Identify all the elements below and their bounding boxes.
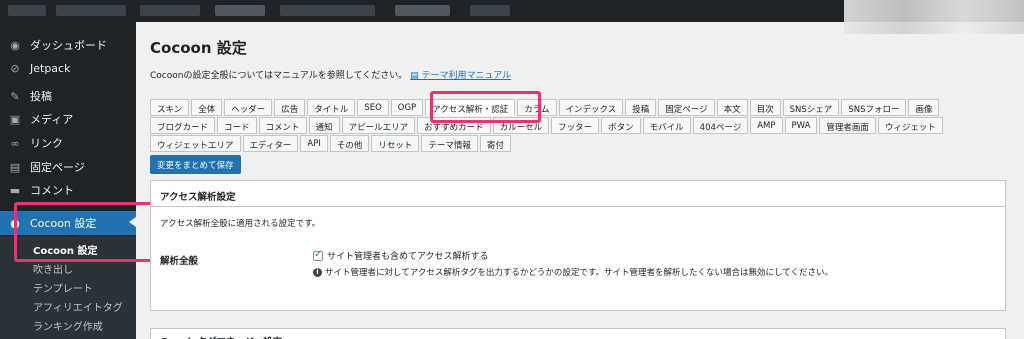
tab-toc[interactable]: 目次 — [749, 99, 781, 116]
tab-sns-follow[interactable]: SNSフォロー — [841, 99, 907, 116]
notice-text: Cocoonの設定全般についてはマニュアルを参照してください。 — [150, 71, 408, 81]
tab-row-1: スキン 全体 ヘッダー 広告 タイトル SEO OGP アクセス解析・認証 カラ… — [150, 99, 940, 116]
tab-body[interactable]: 本文 — [716, 99, 748, 116]
tab-404[interactable]: 404ページ — [692, 117, 749, 134]
save-all-button[interactable]: 変更をまとめて保存 — [150, 155, 241, 174]
setting-label: 解析全般 — [160, 256, 199, 267]
tab-seo[interactable]: SEO — [357, 99, 389, 116]
info-icon: i — [313, 267, 322, 277]
media-icon: ▣ — [9, 112, 21, 126]
sidebar-item-links[interactable]: ∞ リンク — [0, 132, 136, 154]
highlight-box — [14, 202, 153, 262]
tab-widget-area[interactable]: ウィジェットエリア — [150, 135, 241, 152]
tab-code[interactable]: コード — [217, 117, 257, 134]
panel-description: アクセス解析全般に適用される設定です。 — [160, 219, 321, 229]
manual-link[interactable]: ▤ テーマ利用マニュアル — [410, 71, 511, 81]
sidebar-item-label: リンク — [30, 137, 63, 150]
tab-donation[interactable]: 寄付 — [479, 135, 511, 152]
submenu-item-template[interactable]: テンプレート — [0, 280, 136, 295]
tab-notice[interactable]: 通知 — [308, 117, 340, 134]
tab-admin-screen[interactable]: 管理者画面 — [819, 117, 876, 134]
tab-blogcard[interactable]: ブログカード — [150, 117, 216, 134]
submenu-item-ranking[interactable]: ランキング作成 — [0, 318, 136, 333]
panel-title: アクセス解析設定 — [151, 181, 1005, 207]
tab-comment[interactable]: コメント — [258, 117, 307, 134]
sidebar-item-pages[interactable]: ▤ 固定ページ — [0, 156, 136, 178]
tab-header[interactable]: ヘッダー — [224, 99, 273, 116]
tab-api[interactable]: API — [300, 135, 328, 152]
tab-skin[interactable]: スキン — [150, 99, 190, 116]
sidebar-item-comments[interactable]: ▬ コメント — [0, 179, 136, 201]
include-admin-checkbox-row[interactable]: サイト管理者も含めてアクセス解析する — [313, 249, 489, 262]
checkbox-label: サイト管理者も含めてアクセス解析する — [327, 252, 489, 262]
panel-title: Googleタグマネージャ設定 — [151, 329, 1005, 339]
blurred-text — [8, 5, 46, 16]
sidebar-item-label: 投稿 — [30, 90, 52, 103]
tab-footer[interactable]: フッター — [551, 117, 600, 134]
tab-general[interactable]: 全体 — [191, 99, 223, 116]
link-icon: ∞ — [10, 136, 20, 150]
access-analysis-panel: アクセス解析設定 アクセス解析全般に適用される設定です。 解析全般 サイト管理者… — [150, 180, 1006, 311]
help-text-label: サイト管理者に対してアクセス解析タグを出力するかどうかの設定です。サイト管理者を… — [325, 268, 833, 278]
tab-page[interactable]: 固定ページ — [658, 99, 715, 116]
sidebar-item-jetpack[interactable]: ⊘ Jetpack — [0, 57, 136, 79]
blurred-region — [844, 0, 1024, 34]
submenu-item-affiliate-tag[interactable]: アフィリエイトタグ — [0, 299, 136, 314]
submenu-item-balloon[interactable]: 吹き出し — [0, 261, 136, 276]
blurred-text — [280, 5, 375, 16]
tab-ogp[interactable]: OGP — [390, 99, 424, 116]
tab-image[interactable]: 画像 — [908, 99, 940, 116]
sidebar-item-label: ダッシュボード — [30, 39, 107, 52]
jetpack-icon: ⊘ — [10, 61, 20, 75]
tab-post[interactable]: 投稿 — [625, 99, 657, 116]
tab-widget[interactable]: ウィジェット — [877, 117, 943, 134]
tab-appeal-area[interactable]: アピールエリア — [341, 117, 416, 134]
blurred-text — [215, 5, 265, 16]
dashboard-icon: ◉ — [10, 38, 20, 52]
sidebar-item-dashboard[interactable]: ◉ ダッシュボード — [0, 34, 136, 56]
manual-link-label: テーマ利用マニュアル — [421, 71, 512, 81]
page-icon: ▤ — [9, 160, 21, 174]
sidebar-item-media[interactable]: ▣ メディア — [0, 108, 136, 130]
tab-button[interactable]: ボタン — [601, 117, 641, 134]
manual-notice: Cocoonの設定全般についてはマニュアルを参照してください。 ▤ テーマ利用マ… — [150, 68, 511, 81]
sidebar-item-label: コメント — [30, 184, 74, 197]
blurred-text — [140, 5, 200, 16]
tab-theme-info[interactable]: テーマ情報 — [421, 135, 478, 152]
blurred-text — [56, 5, 126, 16]
sidebar-item-label: 固定ページ — [30, 161, 85, 174]
tab-pwa[interactable]: PWA — [784, 117, 818, 134]
tab-editor[interactable]: エディター — [242, 135, 299, 152]
sidebar-item-label: Jetpack — [30, 61, 71, 75]
blurred-text — [470, 5, 510, 16]
gtm-panel: Googleタグマネージャ設定 — [150, 328, 1006, 339]
tab-index[interactable]: インデックス — [558, 99, 624, 116]
tab-title[interactable]: タイトル — [307, 99, 356, 116]
tab-ads[interactable]: 広告 — [274, 99, 306, 116]
help-text: i サイト管理者に対してアクセス解析タグを出力するかどうかの設定です。サイト管理… — [313, 266, 833, 278]
checkbox-checked[interactable] — [313, 249, 323, 261]
highlight-box — [430, 91, 541, 123]
tab-other[interactable]: その他 — [329, 135, 370, 152]
blurred-text — [395, 5, 450, 16]
page-title: Cocoon 設定 — [150, 39, 247, 57]
tab-row-2: ブログカード コード コメント 通知 アピールエリア おすすめカード カルーセル… — [150, 117, 943, 134]
sidebar-item-label: メディア — [30, 113, 74, 126]
comment-icon: ▬ — [9, 183, 21, 197]
pin-icon: ✎ — [10, 89, 20, 103]
tab-reset[interactable]: リセット — [371, 135, 420, 152]
tab-amp[interactable]: AMP — [750, 117, 783, 134]
tab-sns-share[interactable]: SNSシェア — [782, 99, 840, 116]
tab-mobile[interactable]: モバイル — [642, 117, 691, 134]
sidebar-item-posts[interactable]: ✎ 投稿 — [0, 85, 136, 107]
tab-row-3: ウィジェットエリア エディター API その他 リセット テーマ情報 寄付 — [150, 135, 511, 152]
